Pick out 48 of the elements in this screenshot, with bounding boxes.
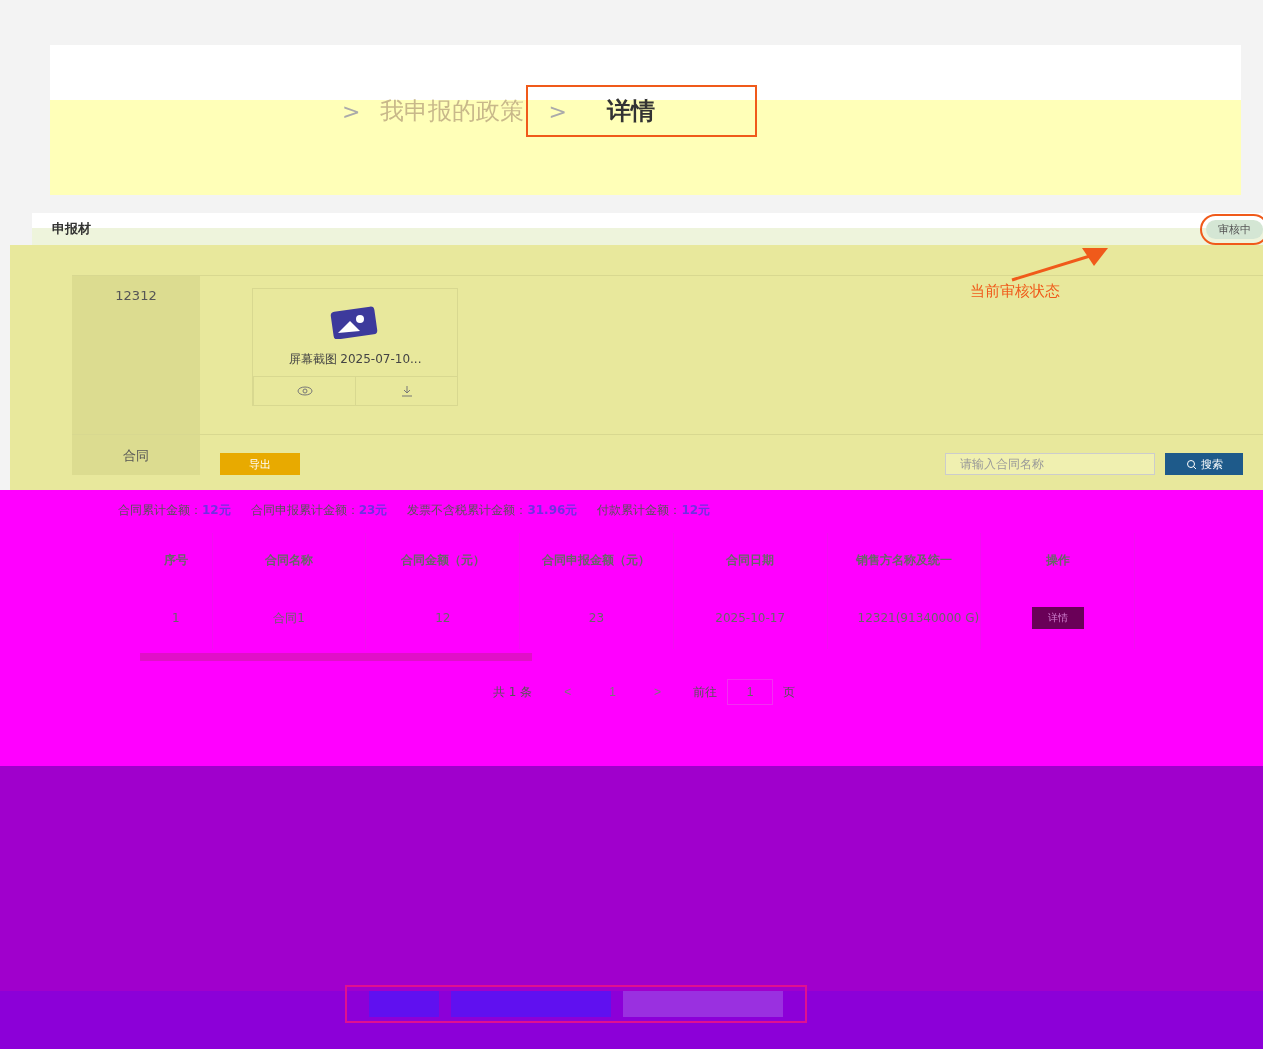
search-icon xyxy=(1185,458,1197,470)
table-cell: 合同1 xyxy=(212,587,366,649)
row-label: 12312 xyxy=(72,276,200,434)
summary-label: 合同申报累计金额： xyxy=(250,503,359,517)
column-header: 操作 xyxy=(980,533,1135,587)
section-title: 申报材 xyxy=(52,220,91,238)
column-header: 合同金额（元） xyxy=(365,533,520,587)
detail-button[interactable]: 详情 xyxy=(1031,607,1084,629)
column-header: 合同名称 xyxy=(212,533,366,587)
page-input[interactable]: 1 xyxy=(727,679,773,705)
column-header: 合同日期 xyxy=(673,533,828,587)
export-button[interactable]: 导出 xyxy=(220,453,300,475)
column-header: 销售方名称及统一 xyxy=(827,533,981,587)
footer-button[interactable] xyxy=(369,991,439,1017)
column-header: 合同申报金额（元） xyxy=(519,533,674,587)
summary-value: 31.96元 xyxy=(527,503,578,517)
table-cell: 23 xyxy=(519,587,674,649)
file-name: 屏幕截图 2025-07-10... xyxy=(288,351,422,368)
search-button[interactable]: 搜索 xyxy=(1165,453,1243,475)
total-count: 共 1 条 xyxy=(493,683,533,701)
breadcrumb-link[interactable]: 我申报的政策 xyxy=(380,95,525,127)
eye-icon xyxy=(296,386,313,396)
search-field[interactable]: 请输入合同名称 xyxy=(945,453,1155,475)
table-cell: 12 xyxy=(365,587,520,649)
table-cell: 1 xyxy=(140,587,213,649)
summary-label: 发票不含税累计金额： xyxy=(407,503,528,517)
summary-label: 合同累计金额： xyxy=(118,503,202,517)
goto-label: 前往 xyxy=(693,683,717,701)
summary-label: 付款累计金额： xyxy=(597,503,682,517)
table-cell: 12321(91340000 G) xyxy=(827,587,981,649)
next-page-button[interactable]: > xyxy=(647,684,667,700)
breadcrumb-current: 详情 xyxy=(606,96,655,127)
prev-page-button[interactable]: < xyxy=(558,684,578,700)
breadcrumb-separator: > xyxy=(548,98,567,124)
footer-button[interactable] xyxy=(623,991,783,1017)
table-cell: 2025-10-17 xyxy=(673,587,828,649)
column-header: 序号 xyxy=(140,533,213,587)
summary-value: 12元 xyxy=(681,503,711,517)
breadcrumb-separator: > xyxy=(342,98,361,124)
summary-value: 23元 xyxy=(358,503,388,517)
row-label: 合同 xyxy=(72,435,200,475)
summary-value: 12元 xyxy=(202,503,231,517)
download-icon xyxy=(400,385,413,397)
page-unit: 页 xyxy=(783,683,795,701)
scrollbar[interactable] xyxy=(140,653,532,661)
page-button[interactable]: 1 xyxy=(603,684,622,700)
annotation-text: 当前审核状态 xyxy=(970,282,1060,301)
footer-button[interactable] xyxy=(451,991,611,1017)
